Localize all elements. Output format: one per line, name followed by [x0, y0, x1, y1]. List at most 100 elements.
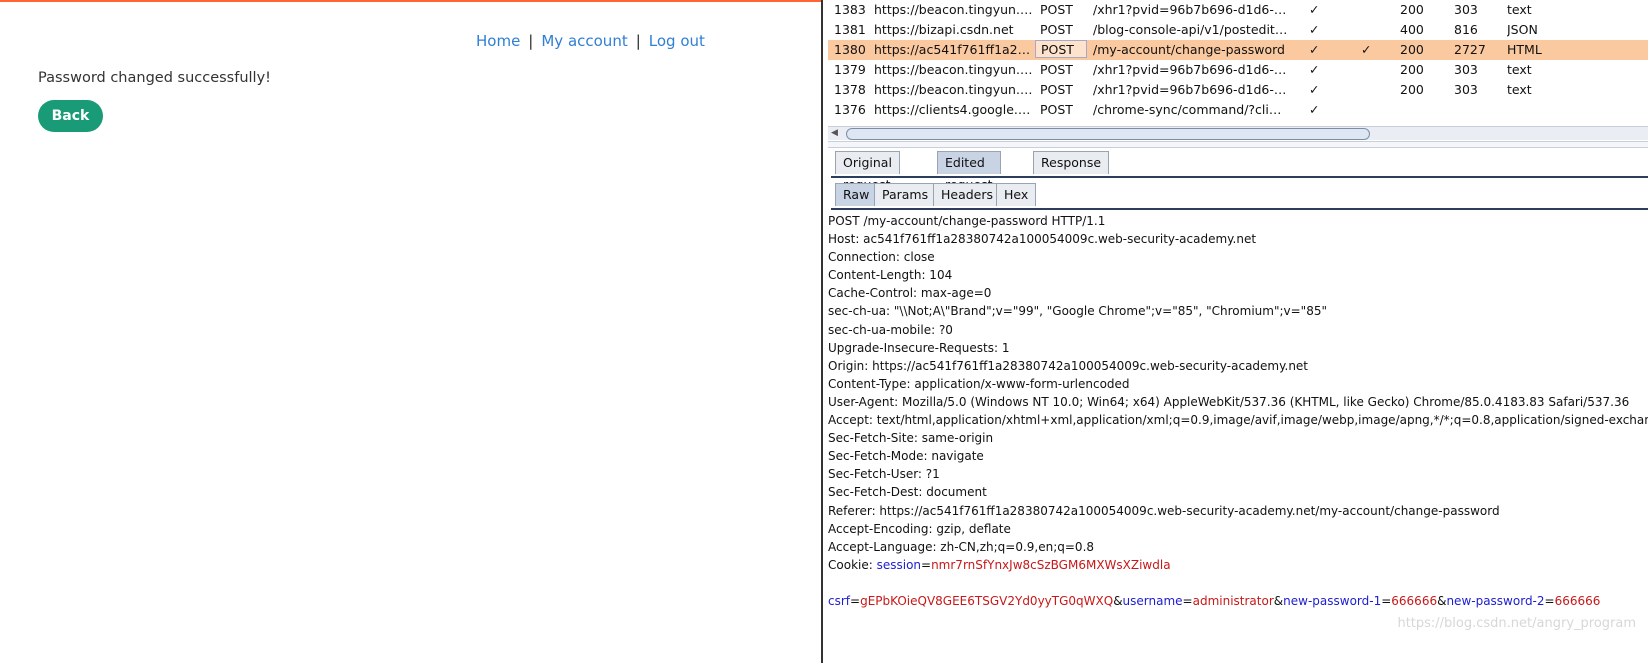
- nav-log-out-link[interactable]: Log out: [649, 32, 705, 50]
- tab-response[interactable]: Response: [1033, 151, 1110, 174]
- request-line: POST /my-account/change-password HTTP/1.…: [828, 214, 1106, 228]
- scroll-left-arrow-icon[interactable]: ◀: [831, 127, 838, 140]
- subtabs-underline: [831, 208, 1648, 210]
- row-host: https://beacon.tingyun.com: [874, 2, 1034, 17]
- tab-hex[interactable]: Hex: [996, 183, 1037, 206]
- row-method: POST: [1040, 102, 1073, 117]
- proxy-tool-panel: 1383 https://beacon.tingyun.com POST/xhr1?…: [821, 0, 1648, 663]
- tabs-underline: [831, 176, 1648, 178]
- row-status: 400: [1400, 22, 1424, 37]
- row-number: 1383: [834, 2, 866, 17]
- scrollbar-thumb[interactable]: [846, 128, 1370, 140]
- tab-original-request[interactable]: Original request: [835, 151, 900, 192]
- request-line: Content-Type: application/x-www-form-url…: [828, 376, 1130, 391]
- row-url: /my-account/change-password: [1093, 42, 1285, 57]
- nav-separator: |: [635, 32, 641, 50]
- param-value: gEPbKOieQV8GEE6TSGV2Yd0yyTG0qWXQ: [860, 593, 1114, 608]
- row-url: /blog-console-api/v1/postedit/sav...: [1093, 22, 1288, 37]
- row-mime: text: [1507, 2, 1532, 17]
- row-params-check: ✓: [1309, 82, 1320, 97]
- history-row[interactable]: 1380 https://ac541f761ff1a2838...POST/my-…: [828, 40, 1648, 60]
- row-method: POST: [1040, 62, 1073, 77]
- row-number: 1376: [834, 102, 866, 117]
- row-status: 200: [1400, 2, 1424, 17]
- row-mime: HTML: [1507, 42, 1542, 57]
- row-mime: JSON: [1507, 22, 1538, 37]
- row-host: https://clients4.google.com: [874, 102, 1034, 117]
- param-separator: &: [1113, 593, 1123, 608]
- param-equals: =: [1182, 593, 1193, 608]
- top-nav: Home | My account | Log out: [476, 32, 705, 50]
- row-mime: text: [1507, 82, 1532, 97]
- history-row[interactable]: 1381 https://bizapi.csdn.net POST/blog-con…: [828, 20, 1648, 40]
- param-value: administrator: [1192, 593, 1274, 608]
- row-length: 303: [1454, 82, 1478, 97]
- request-line: Cache-Control: max-age=0: [828, 286, 992, 301]
- row-length: 303: [1454, 2, 1478, 17]
- param-name: new-password-1: [1283, 593, 1382, 608]
- success-message: Password changed successfully!: [38, 70, 271, 86]
- nav-my-account-link[interactable]: My account: [541, 32, 627, 50]
- row-host: https://bizapi.csdn.net: [874, 22, 1014, 37]
- request-line: Upgrade-Insecure-Requests: 1: [828, 340, 1010, 355]
- accent-top-bar: [0, 0, 821, 2]
- history-row[interactable]: 1383 https://beacon.tingyun.com POST/xhr1?…: [828, 0, 1648, 20]
- request-line: Host: ac541f761ff1a28380742a100054009c.w…: [828, 232, 1257, 247]
- row-status: 200: [1400, 42, 1424, 57]
- row-method: POST: [1040, 82, 1073, 97]
- request-line: Content-Length: 104: [828, 268, 953, 283]
- history-row[interactable]: 1379 https://beacon.tingyun.com POST/xhr1?…: [828, 60, 1648, 80]
- row-length: 816: [1454, 22, 1478, 37]
- nav-home-link[interactable]: Home: [476, 32, 520, 50]
- row-host: https://beacon.tingyun.com: [874, 62, 1034, 77]
- history-row[interactable]: 1376 https://clients4.google.com POST/chro…: [828, 100, 1648, 120]
- param-name: new-password-2: [1446, 593, 1545, 608]
- row-method: POST: [1035, 40, 1087, 58]
- tab-params[interactable]: Params: [874, 183, 937, 206]
- param-equals: =: [1544, 593, 1555, 608]
- cookie-eq: =: [921, 557, 932, 572]
- tab-raw[interactable]: Raw: [835, 183, 878, 206]
- request-line: Referer: https://ac541f761ff1a28380742a1…: [828, 503, 1500, 518]
- tab-edited-request[interactable]: Edited request: [937, 151, 1001, 192]
- horizontal-scrollbar[interactable]: ◀: [828, 126, 1648, 140]
- row-number: 1379: [834, 62, 866, 77]
- param-separator: &: [1273, 593, 1284, 608]
- pane-divider[interactable]: [828, 141, 1648, 148]
- row-params-check: ✓: [1309, 42, 1320, 57]
- row-edited-check: ✓: [1361, 42, 1372, 57]
- row-params-check: ✓: [1309, 2, 1320, 17]
- param-equals: =: [1381, 593, 1392, 608]
- row-method: POST: [1040, 2, 1073, 17]
- row-method: POST: [1040, 22, 1073, 37]
- param-name: csrf: [828, 593, 851, 608]
- row-url: /xhr1?pvid=96b7b696-d1d6-4354...: [1093, 82, 1288, 97]
- request-line: Sec-Fetch-User: ?1: [828, 467, 940, 482]
- row-length: 303: [1454, 62, 1478, 77]
- raw-request-editor[interactable]: POST /my-account/change-password HTTP/1.…: [828, 212, 1648, 610]
- back-button[interactable]: Back: [38, 100, 103, 132]
- request-line: Sec-Fetch-Site: same-origin: [828, 431, 994, 446]
- cookie-name: session: [876, 557, 922, 572]
- row-params-check: ✓: [1309, 62, 1320, 77]
- request-line: Sec-Fetch-Dest: document: [828, 485, 987, 500]
- nav-separator: |: [528, 32, 534, 50]
- cookie-prefix: Cookie:: [828, 557, 877, 572]
- row-number: 1378: [834, 82, 866, 97]
- history-row[interactable]: 1378 https://beacon.tingyun.com POST/xhr1?…: [828, 80, 1648, 100]
- param-value: 666666: [1391, 593, 1438, 608]
- param-name: username: [1122, 593, 1183, 608]
- row-url: /xhr1?pvid=96b7b696-d1d6-4354...: [1093, 62, 1288, 77]
- row-url: /xhr1?pvid=96b7b696-d1d6-4354...: [1093, 2, 1288, 17]
- cookie-line: Cookie: session=nmr7rnSfYnxJw8cSzBGM6MXW…: [828, 556, 1648, 574]
- row-status: 200: [1400, 82, 1424, 97]
- row-url: /chrome-sync/command/?client...: [1093, 102, 1288, 117]
- row-host: https://ac541f761ff1a2838...: [874, 42, 1034, 57]
- request-line: sec-ch-ua: "\\Not;A\"Brand";v="99", "Goo…: [828, 304, 1327, 319]
- request-line: sec-ch-ua-mobile: ?0: [828, 322, 953, 337]
- tab-headers[interactable]: Headers: [933, 183, 1002, 206]
- request-body: csrf=gEPbKOieQV8GEE6TSGV2Yd0yyTG0qWXQ&us…: [828, 592, 1648, 610]
- request-line: Accept-Language: zh-CN,zh;q=0.9,en;q=0.8: [828, 539, 1095, 554]
- cookie-value: nmr7rnSfYnxJw8cSzBGM6MXWsXZiwdla: [931, 557, 1171, 572]
